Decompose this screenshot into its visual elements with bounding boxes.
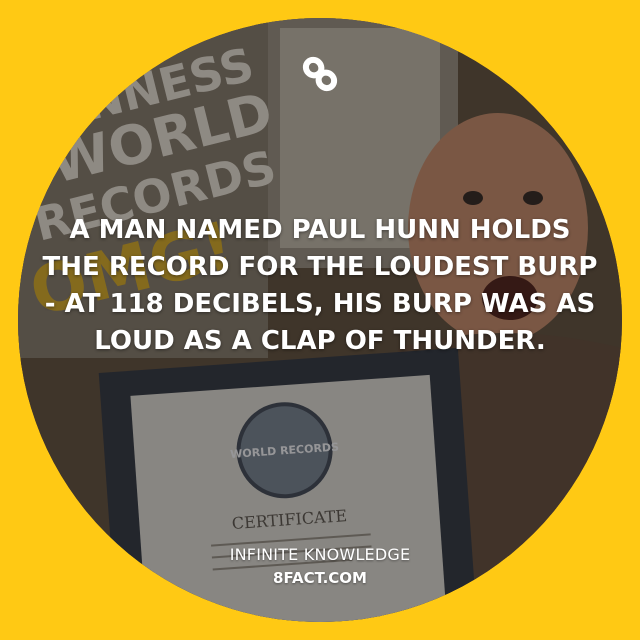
brand-url: 8FACT.COM (273, 569, 367, 587)
fact-text: A MAN NAMED PAUL HUNN HOLDS THE RECORD F… (42, 215, 598, 356)
fact-card: INNESS WORLD RECORDS OMG! WORLD RECORDS … (0, 0, 640, 640)
brand-name: INFINITE KNOWLEDGE (229, 545, 411, 564)
infinity-8-logo-icon (302, 56, 338, 92)
